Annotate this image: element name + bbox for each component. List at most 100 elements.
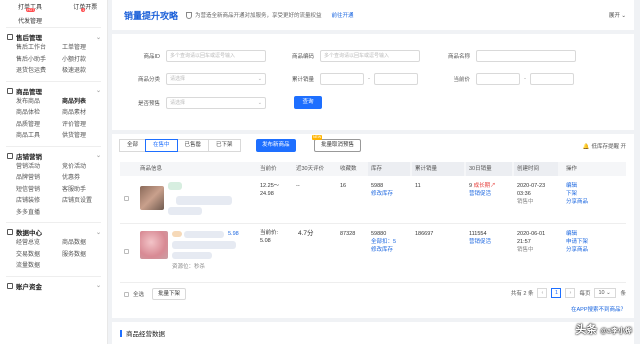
sales30-cell: 9 成长期↗ bbox=[469, 182, 496, 190]
sidebar-item[interactable]: 评价管理 bbox=[62, 120, 108, 132]
sidebar-item[interactable]: 供货管理 bbox=[62, 131, 108, 143]
expand-toggle[interactable]: 展开 ⌄ bbox=[609, 11, 626, 19]
sidebar-item-orders[interactable]: 打单工具HOT bbox=[18, 2, 51, 17]
sidebar-group-header[interactable]: 商品管理 ⌄ bbox=[7, 85, 101, 97]
tab-off-shelf[interactable]: 已下架 bbox=[208, 139, 241, 152]
edit-stock-link[interactable]: 修改库存 bbox=[371, 246, 393, 254]
tab-all[interactable]: 全部 bbox=[119, 139, 147, 152]
sidebar-item[interactable]: 交易数据 bbox=[16, 250, 62, 262]
edit-link[interactable]: 编辑 bbox=[566, 182, 577, 190]
column-header-sortable[interactable]: 库存 bbox=[368, 162, 410, 176]
column-header[interactable]: 近30天评价 bbox=[296, 162, 324, 176]
promote-link[interactable]: 营销促活 bbox=[469, 190, 491, 198]
price-max-input[interactable] bbox=[530, 72, 574, 85]
column-header-sortable[interactable]: 累计销量 bbox=[412, 162, 464, 176]
sidebar-item[interactable]: 多多直播 bbox=[16, 208, 62, 220]
sidebar-item[interactable]: 售后工作台 bbox=[16, 43, 62, 55]
sidebar-group-header[interactable]: 数据中心 ⌄ bbox=[7, 226, 101, 238]
sales-min-input[interactable] bbox=[320, 72, 364, 85]
page-size-select[interactable]: 10 ⌄ bbox=[594, 288, 617, 298]
group-title: 账户资金 bbox=[16, 283, 42, 291]
goods-id-blurred bbox=[168, 207, 202, 215]
prev-page-button[interactable]: ‹ bbox=[537, 288, 548, 298]
cancel-presale-button[interactable]: NEW 批量取消预售 bbox=[312, 135, 362, 152]
batch-off-shelf-button[interactable]: 批量下架 bbox=[152, 288, 187, 300]
sidebar-item[interactable]: 退货包运费 bbox=[16, 66, 62, 78]
field-label: 商品名称 bbox=[447, 53, 470, 60]
next-page-button[interactable]: › bbox=[565, 288, 576, 298]
status-cell: 销售中 bbox=[517, 199, 534, 205]
promote-link[interactable]: 营销促活 bbox=[469, 238, 491, 246]
count-badge: 1 bbox=[81, 8, 86, 12]
sidebar-item[interactable]: 极速退款 bbox=[62, 66, 108, 78]
category-select[interactable]: 请选择 ⌄ bbox=[166, 72, 266, 85]
column-header-sortable[interactable]: 30日销量 bbox=[466, 162, 512, 176]
total-sales-cell: 186697 bbox=[415, 231, 434, 237]
goods-thumbnail[interactable] bbox=[140, 186, 164, 210]
sidebar-item-active[interactable]: 商品列表 bbox=[62, 97, 108, 109]
sidebar-item[interactable]: 竞价活动 bbox=[62, 162, 108, 174]
sidebar-item[interactable]: 经营总览 bbox=[16, 238, 62, 250]
select-all-checkbox[interactable] bbox=[124, 291, 129, 297]
sidebar-item[interactable]: 客服助手 bbox=[62, 185, 108, 197]
sidebar-item[interactable]: 服务数据 bbox=[62, 250, 108, 262]
sidebar-item[interactable]: 商品工具 bbox=[16, 131, 62, 143]
sidebar-item[interactable]: 品牌营销 bbox=[16, 173, 62, 185]
sidebar-item[interactable]: 流量数据 bbox=[16, 261, 62, 273]
sidebar-item[interactable]: 商品体检 bbox=[16, 108, 62, 120]
publish-goods-button[interactable]: 发布新商品 bbox=[256, 139, 296, 152]
sidebar-item[interactable]: 短信营销 bbox=[16, 185, 62, 197]
column-header[interactable]: 收藏数 bbox=[340, 162, 357, 176]
sidebar-item-delivery[interactable]: 代发管理 bbox=[18, 16, 42, 25]
price-min-input[interactable] bbox=[476, 72, 520, 85]
sidebar-item[interactable]: 品质管理 bbox=[16, 120, 62, 132]
goods-id-input[interactable]: 多个查询请以回车或逗号输入 bbox=[166, 49, 266, 62]
banner-link[interactable]: 前往开通 bbox=[332, 11, 354, 19]
price-cell: 5.08 bbox=[260, 238, 271, 244]
sidebar-item[interactable]: 售后小助手 bbox=[16, 55, 62, 67]
presale-select[interactable]: 请选择 ⌄ bbox=[166, 96, 266, 109]
apply-off-shelf-link[interactable]: 申请下架 bbox=[566, 238, 588, 246]
group-title: 店铺营销 bbox=[16, 153, 42, 161]
select-all-label: 全选 bbox=[133, 292, 145, 298]
sidebar-group-header[interactable]: 店铺营销 ⌄ bbox=[7, 150, 101, 162]
sales-max-input[interactable] bbox=[374, 72, 418, 85]
field-label: 商品ID bbox=[143, 53, 160, 60]
edit-stock-link[interactable]: 修改库存 bbox=[371, 190, 393, 198]
sidebar-item[interactable]: 优惠券 bbox=[62, 173, 108, 185]
tab-on-sale[interactable]: 在售中 bbox=[145, 139, 178, 152]
query-button[interactable]: 查询 bbox=[294, 96, 322, 109]
sidebar-group-goods: 商品管理 ⌄ 发布商品 商品列表 商品体检 商品素材 品质管理 评价管理 商品工具… bbox=[0, 82, 107, 145]
chevron-down-icon: ⌄ bbox=[606, 290, 611, 296]
stock-detail-link[interactable]: 全部扣：5 bbox=[371, 238, 396, 246]
chevron-down-icon: ⌄ bbox=[95, 153, 101, 159]
column-header[interactable]: 当前价 bbox=[260, 162, 277, 176]
stock-alert[interactable]: 🔔 低库存提醒 开 bbox=[583, 142, 626, 150]
tab-sold-out[interactable]: 已售罄 bbox=[176, 139, 210, 152]
sidebar-item[interactable]: 小额打款 bbox=[62, 55, 108, 67]
share-link[interactable]: 分享商品 bbox=[566, 198, 588, 206]
goods-name-input[interactable] bbox=[476, 49, 576, 62]
sidebar-item[interactable]: 发布商品 bbox=[16, 97, 62, 109]
page-number[interactable]: 1 bbox=[551, 288, 562, 298]
goods-thumbnail[interactable] bbox=[140, 231, 168, 259]
sidebar-item[interactable]: 商品素材 bbox=[62, 108, 108, 120]
sidebar-item[interactable]: 商品数据 bbox=[62, 238, 108, 250]
share-link[interactable]: 分享商品 bbox=[566, 246, 588, 254]
sidebar-item[interactable]: 店铺页设置 bbox=[62, 196, 108, 208]
edit-link[interactable]: 编辑 bbox=[566, 230, 577, 238]
sidebar-item-invoice[interactable]: 订单开票1 bbox=[73, 2, 101, 17]
help-link[interactable]: 在APP搜索不到商品？ bbox=[571, 305, 626, 313]
off-shelf-link[interactable]: 下架 bbox=[566, 190, 577, 198]
sidebar-item[interactable]: 店铺装修 bbox=[16, 196, 62, 208]
column-header-sortable[interactable]: 创建时间 bbox=[514, 162, 558, 176]
sidebar-item[interactable]: 营销活动 bbox=[16, 162, 62, 174]
stock-alert-switch[interactable]: 开 bbox=[620, 144, 626, 150]
row-checkbox[interactable] bbox=[124, 196, 129, 201]
sidebar-group-header[interactable]: 账户资金 ⌄ bbox=[7, 280, 101, 292]
sidebar-group-header[interactable]: 售后管理 ⌄ bbox=[7, 31, 101, 43]
row-checkbox[interactable] bbox=[124, 249, 129, 254]
stock-alert-label: 低库存提醒 bbox=[591, 144, 619, 150]
goods-code-input[interactable]: 多个查询请以回车或逗号输入 bbox=[320, 49, 420, 62]
sidebar-item[interactable]: 工单管理 bbox=[62, 43, 108, 55]
